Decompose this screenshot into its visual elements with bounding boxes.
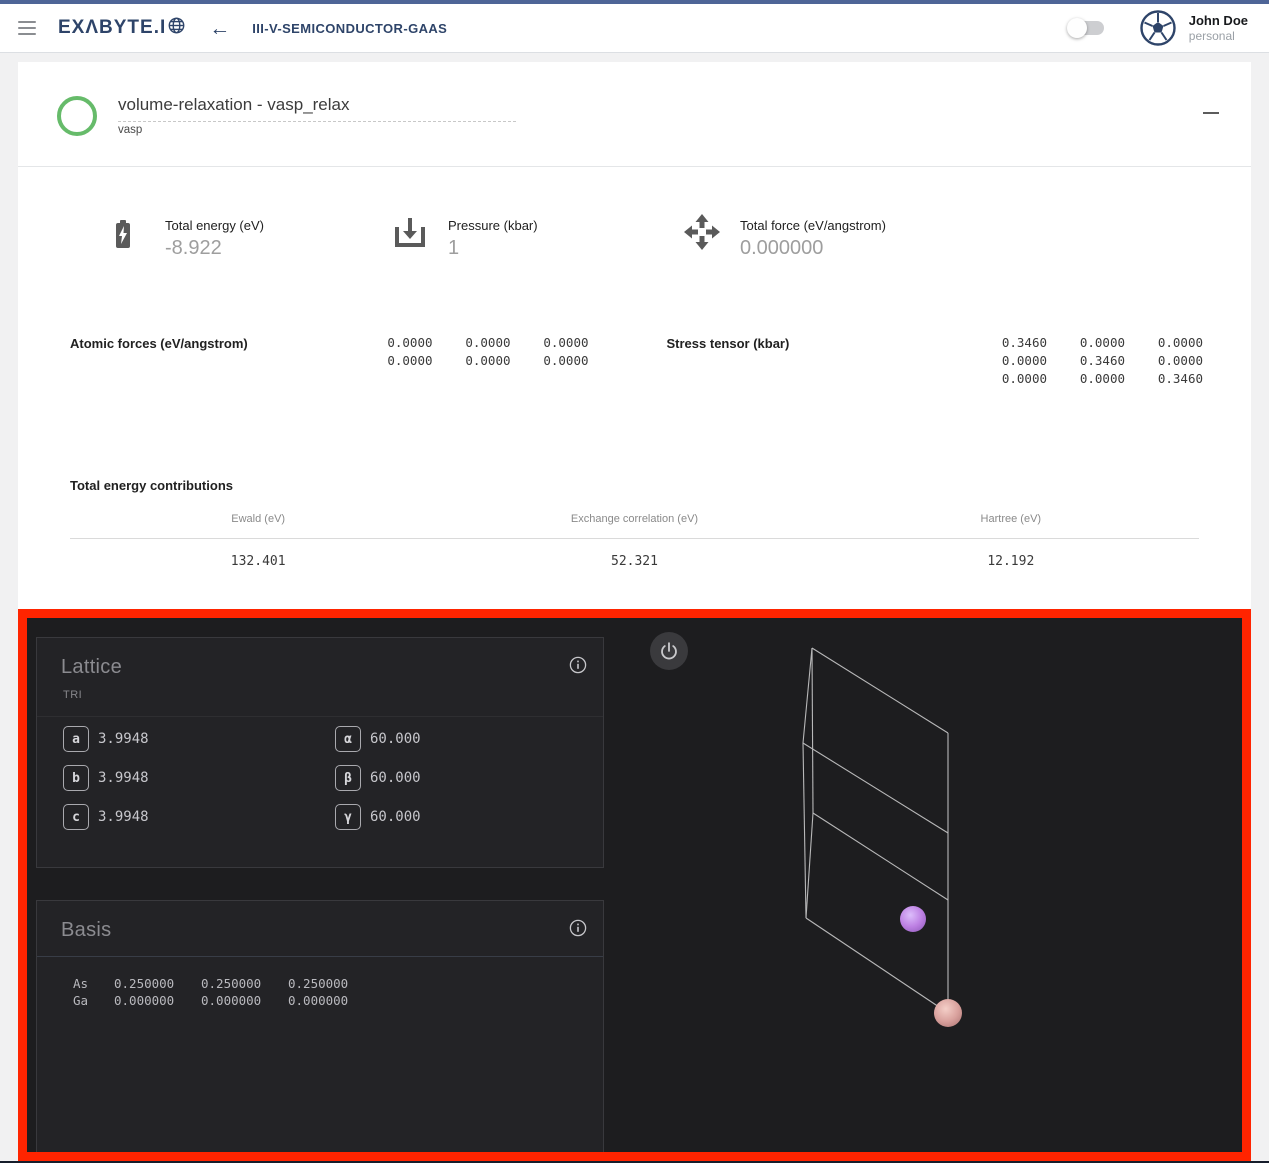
info-icon[interactable] — [569, 919, 587, 937]
column-header: Exchange correlation (eV) — [446, 513, 822, 525]
job-title[interactable]: volume-relaxation - vasp_relax — [118, 95, 516, 122]
metric-pressure: Pressure (kbar) 1 — [390, 212, 682, 300]
metrics-row: Total energy (eV) -8.922 Pressure (kbar)… — [18, 167, 1251, 300]
energy-contributions-section: Total energy contributions Ewald (eV) Ex… — [18, 420, 1251, 569]
lattice-parameters: a3.9948 α60.000 b3.9948 β60.000 c3.9948 … — [37, 716, 603, 717]
job-status-icon — [57, 96, 97, 136]
metric-value: 1 — [448, 237, 538, 260]
metric-value: -8.922 — [165, 237, 264, 260]
lattice-c-value[interactable]: 3.9948 — [98, 809, 149, 825]
stress-tensor-title: Stress tensor (kbar) — [635, 336, 790, 420]
theme-toggle[interactable] — [1070, 21, 1104, 35]
metric-total-energy: Total energy (eV) -8.922 — [107, 212, 390, 300]
job-subtitle: vasp — [118, 124, 142, 136]
metric-label: Total energy (eV) — [165, 212, 264, 233]
lattice-type: TRI — [63, 689, 82, 701]
lattice-a-chip: a — [63, 726, 89, 752]
user-name[interactable]: John Doe — [1189, 13, 1248, 28]
lattice-gamma-chip: γ — [335, 804, 361, 830]
stress-tensor-section: Stress tensor (kbar) 0.34600.00000.0000 … — [635, 336, 1252, 420]
divider — [37, 956, 603, 957]
lattice-alpha-value[interactable]: 60.000 — [370, 731, 421, 747]
metric-label: Pressure (kbar) — [448, 212, 538, 233]
matrices-row: Atomic forces (eV/angstrom) 0.00000.0000… — [18, 300, 1251, 420]
logo-text: EXΛBYTE.I — [58, 17, 166, 39]
lattice-b-chip: b — [63, 765, 89, 791]
table-cell: 12.192 — [823, 554, 1199, 569]
basis-panel: Basis As0.2500000.2500000.250000 Ga0.000… — [36, 900, 604, 1152]
lattice-panel: Lattice TRI a3.9948 α60.000 b3.9948 β60.… — [36, 637, 604, 868]
avatar-icon[interactable] — [1140, 10, 1176, 46]
exabyte-logo[interactable]: EXΛBYTE.I — [58, 17, 185, 39]
toggle-knob — [1067, 18, 1087, 38]
back-arrow-icon[interactable]: ← — [209, 18, 230, 39]
metric-label: Total force (eV/angstrom) — [740, 212, 886, 233]
table-cell: 52.321 — [446, 554, 822, 569]
energy-contributions-table: Ewald (eV) Exchange correlation (eV) Har… — [70, 513, 1199, 569]
basis-coordinates[interactable]: As0.2500000.2500000.250000 Ga0.0000000.0… — [73, 975, 375, 1009]
metric-value: 0.000000 — [740, 237, 886, 260]
job-header: volume-relaxation - vasp_relax vasp — [18, 62, 1251, 167]
results-card: volume-relaxation - vasp_relax vasp Tota… — [18, 62, 1251, 609]
atomic-forces-title: Atomic forces (eV/angstrom) — [18, 336, 248, 420]
basis-row: As0.2500000.2500000.250000 — [73, 975, 375, 992]
lattice-beta-value[interactable]: 60.000 — [370, 770, 421, 786]
atomic-forces-section: Atomic forces (eV/angstrom) 0.00000.0000… — [18, 336, 635, 420]
crystal-cell-wireframe — [803, 648, 948, 1013]
lattice-gamma-value[interactable]: 60.000 — [370, 809, 421, 825]
globe-icon — [168, 17, 185, 39]
move-icon — [682, 212, 722, 252]
battery-icon — [107, 212, 147, 252]
breadcrumb[interactable]: III-V-SEMICONDUCTOR-GAAS — [252, 21, 447, 36]
navbar: EXΛBYTE.I ← III-V-SEMICONDUCTOR-GAAS — [0, 4, 1269, 53]
atom-as[interactable] — [900, 906, 926, 932]
info-icon[interactable] — [569, 656, 587, 674]
user-role: personal — [1189, 29, 1248, 43]
lattice-title: Lattice — [61, 656, 122, 679]
power-button[interactable] — [650, 632, 688, 670]
lattice-beta-chip: β — [335, 765, 361, 791]
atom-ga[interactable] — [934, 999, 962, 1027]
basis-row: Ga0.0000000.0000000.000000 — [73, 992, 375, 1009]
highlight-annotation-box: Lattice TRI a3.9948 α60.000 b3.9948 β60.… — [18, 609, 1251, 1161]
basis-title: Basis — [61, 919, 111, 942]
lattice-a-value[interactable]: 3.9948 — [98, 731, 149, 747]
column-header: Ewald (eV) — [70, 513, 446, 525]
hamburger-menu-icon[interactable] — [18, 21, 36, 35]
atomic-forces-matrix: 0.00000.00000.0000 0.00000.00000.0000 — [355, 334, 635, 420]
minimize-button[interactable] — [1203, 112, 1219, 114]
stress-tensor-matrix: 0.34600.00000.0000 0.00000.34600.0000 0.… — [969, 334, 1251, 420]
lattice-c-chip: c — [63, 804, 89, 830]
energy-contributions-title: Total energy contributions — [70, 478, 1199, 493]
materials-viewer: Lattice TRI a3.9948 α60.000 b3.9948 β60.… — [27, 618, 1242, 1152]
lattice-alpha-chip: α — [335, 726, 361, 752]
table-cell: 132.401 — [70, 554, 446, 569]
download-icon — [390, 212, 430, 252]
lattice-b-value[interactable]: 3.9948 — [98, 770, 149, 786]
column-header: Hartree (eV) — [823, 513, 1199, 525]
metric-total-force: Total force (eV/angstrom) 0.000000 — [682, 212, 886, 300]
